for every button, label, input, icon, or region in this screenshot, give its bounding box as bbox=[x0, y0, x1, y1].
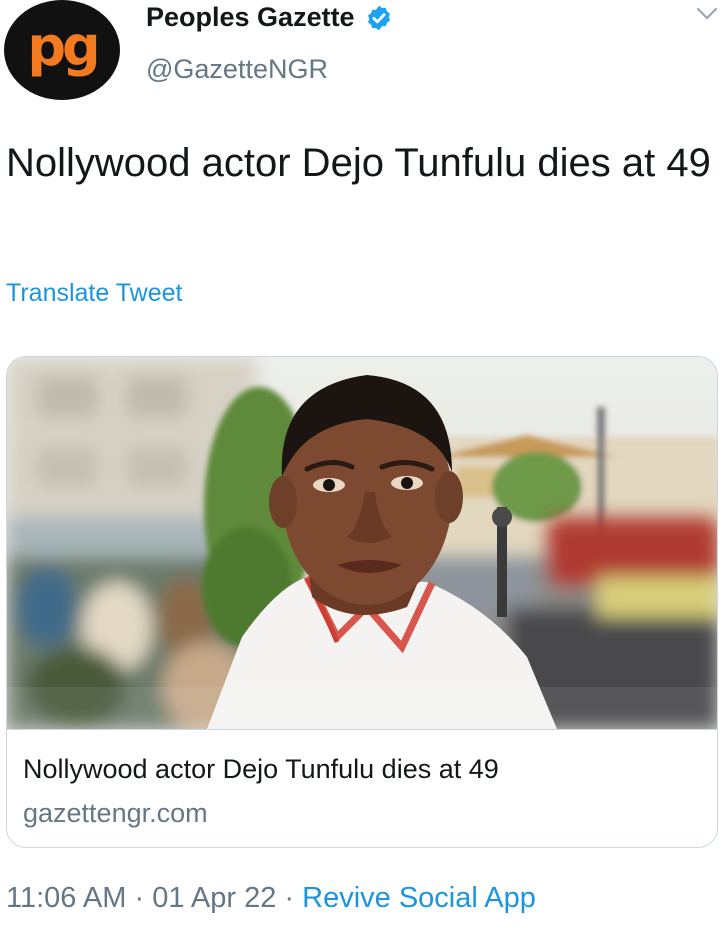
author-display-name[interactable]: Peoples Gazette bbox=[146, 2, 393, 33]
tweet-time[interactable]: 11:06 AM bbox=[6, 882, 126, 914]
peoples-gazette-logo-icon: pg bbox=[27, 14, 100, 78]
article-photo bbox=[7, 357, 717, 729]
footer-separator: · bbox=[284, 882, 295, 914]
link-preview-card[interactable]: Nollywood actor Dejo Tunfulu dies at 49 … bbox=[6, 356, 718, 848]
tweet-source-link[interactable]: Revive Social App bbox=[302, 882, 536, 914]
card-title[interactable]: Nollywood actor Dejo Tunfulu dies at 49 bbox=[23, 754, 499, 785]
translate-tweet-link[interactable]: Translate Tweet bbox=[6, 279, 182, 308]
tweet-footer: 11:06 AM · 01 Apr 22 · Revive Social App bbox=[6, 882, 536, 915]
footer-separator: · bbox=[134, 882, 145, 914]
display-name-text: Peoples Gazette bbox=[146, 2, 355, 32]
author-handle[interactable]: @GazetteNGR bbox=[146, 54, 328, 85]
tweet-date[interactable]: 01 Apr 22 bbox=[152, 882, 276, 914]
avatar[interactable]: pg bbox=[4, 0, 120, 100]
card-image[interactable] bbox=[7, 357, 717, 729]
card-domain: gazettengr.com bbox=[23, 798, 208, 828]
chevron-down-icon[interactable] bbox=[696, 6, 718, 22]
verified-badge-icon bbox=[367, 5, 390, 30]
card-body[interactable]: Nollywood actor Dejo Tunfulu dies at 49 … bbox=[7, 729, 717, 847]
tweet-text: Nollywood actor Dejo Tunfulu dies at 49 bbox=[6, 141, 711, 185]
